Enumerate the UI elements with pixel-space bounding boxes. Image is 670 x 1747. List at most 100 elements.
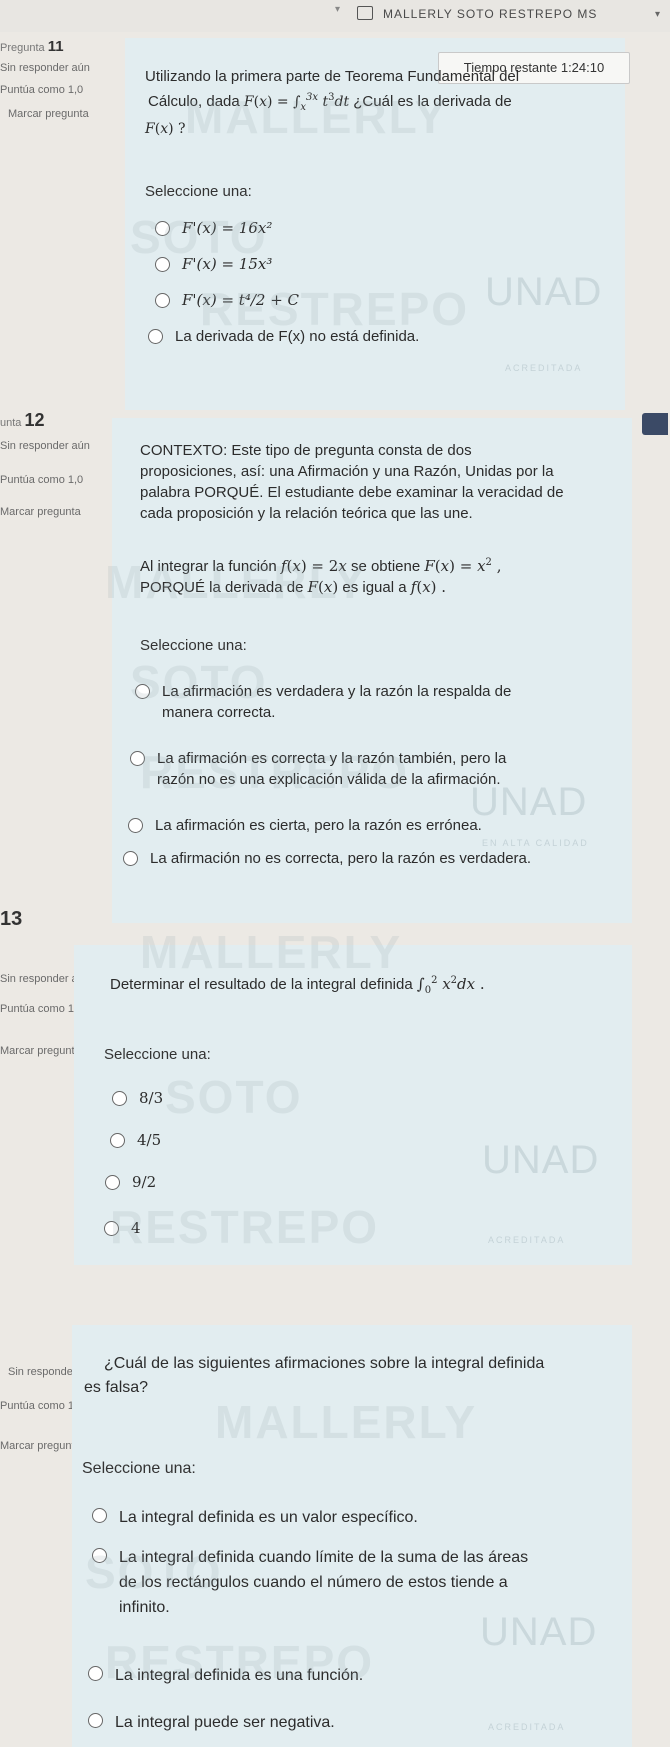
question-text-line: Cálculo, dada xyxy=(148,93,240,110)
answer-option[interactable]: La afirmación no es correcta, pero la ra… xyxy=(123,848,531,869)
question-text-line: es falsa? xyxy=(84,1379,149,1396)
question-number: 12 xyxy=(24,410,45,430)
question-score: Puntúa como 1,0 xyxy=(0,84,84,96)
question-score: Puntúa como 1,0 xyxy=(0,1003,84,1015)
answer-option-label: La derivada de F(x) no está definida. xyxy=(175,328,420,345)
question-text-line: PORQUÉ la derivada de xyxy=(140,579,304,596)
answer-option-label: La integral definida es una función. xyxy=(115,1667,364,1684)
accreditation-mark: ACREDITADA xyxy=(505,363,583,373)
context-line: cada proposición y la relación teórica q… xyxy=(140,505,473,522)
answer-option[interactable]: 4/5 xyxy=(110,1130,161,1151)
answer-option[interactable]: F'(x) = t⁴/2 + C xyxy=(155,290,299,311)
answer-option-label: 4/5 xyxy=(137,1131,162,1149)
user-menu-caret-icon[interactable]: ▾ xyxy=(655,9,660,20)
context-line: palabra PORQUÉ. El estudiante debe exami… xyxy=(140,484,564,501)
question-score: Puntúa como 1,0 xyxy=(0,474,84,486)
user-menu[interactable]: MALLERLY SOTO RESTREPO MS xyxy=(383,7,597,21)
radio-button[interactable] xyxy=(105,1175,120,1190)
answer-option[interactable]: La afirmación es cierta, pero la razón e… xyxy=(128,815,482,836)
select-one-label: Seleccione una: xyxy=(82,1460,196,1477)
flag-question-link[interactable]: Marcar pregunta xyxy=(0,1045,81,1057)
unad-logo: UNAD xyxy=(482,1138,600,1182)
message-icon[interactable] xyxy=(357,6,373,20)
answer-option[interactable]: La integral definida es un valor específ… xyxy=(92,1505,418,1530)
question-text: Utilizando la primera parte de Teorema F… xyxy=(145,68,520,137)
question-text-line: Al integrar la función xyxy=(140,558,277,575)
radio-button[interactable] xyxy=(130,751,145,766)
question-text-line: ¿Cuál es la derivada de xyxy=(353,93,512,110)
answer-option[interactable]: F'(x) = 15x³ xyxy=(155,254,272,275)
radio-button[interactable] xyxy=(104,1221,119,1236)
question-text: Determinar el resultado de la integral d… xyxy=(110,975,485,996)
unad-logo: UNAD xyxy=(485,270,603,314)
answer-option-label: 9/2 xyxy=(132,1173,157,1191)
question-label: Pregunta 11 xyxy=(0,38,64,55)
answer-option[interactable]: 9/2 xyxy=(105,1172,156,1193)
radio-button[interactable] xyxy=(155,221,170,236)
question-score: Puntúa como 1,0 xyxy=(0,1400,84,1412)
answer-option[interactable]: 8/3 xyxy=(112,1088,163,1109)
answer-option-label: F'(x) = 15x³ xyxy=(182,255,273,273)
question-text-line: Utilizando la primera parte de Teorema F… xyxy=(145,68,520,85)
question-state: Sin responder aún xyxy=(0,440,90,452)
answer-option-label: F'(x) = t⁴/2 + C xyxy=(182,291,300,309)
select-one-label: Seleccione una: xyxy=(145,183,252,200)
radio-button[interactable] xyxy=(148,329,163,344)
question-text-line: es igual a xyxy=(342,579,407,596)
flag-question-link[interactable]: Marcar pregunta xyxy=(0,1440,81,1452)
answer-option-label: La afirmación es verdadera y la razón la… xyxy=(162,683,512,721)
question-text-line: se obtiene xyxy=(350,558,421,575)
radio-button[interactable] xyxy=(112,1091,127,1106)
radio-button[interactable] xyxy=(135,684,150,699)
flag-question-link[interactable]: Marcar pregunta xyxy=(0,506,81,518)
answer-option-label: La afirmación es correcta y la razón tam… xyxy=(157,750,507,788)
answer-option-label: La integral definida es un valor específ… xyxy=(119,1509,418,1526)
radio-button[interactable] xyxy=(88,1713,103,1728)
radio-button[interactable] xyxy=(92,1548,107,1563)
answer-option[interactable]: La integral puede ser negativa. xyxy=(88,1710,335,1735)
radio-button[interactable] xyxy=(128,818,143,833)
answer-option-label: La afirmación no es correcta, pero la ra… xyxy=(150,850,532,867)
question-text: ¿Cuál de las siguientes afirmaciones sob… xyxy=(84,1352,629,1400)
accreditation-mark: ACREDITADA xyxy=(488,1722,566,1732)
flag-icon[interactable] xyxy=(642,413,668,435)
radio-button[interactable] xyxy=(123,851,138,866)
answer-option[interactable]: La derivada de F(x) no está definida. xyxy=(148,326,419,347)
answer-option[interactable]: La afirmación es verdadera y la razón la… xyxy=(135,681,511,723)
answer-option-label: La integral puede ser negativa. xyxy=(115,1714,335,1731)
question-state: Sin responder aún xyxy=(0,62,90,74)
question-text-line: ¿Cuál de las siguientes afirmaciones sob… xyxy=(104,1355,545,1372)
question-number: 13 xyxy=(0,908,23,930)
answer-option-label: 8/3 xyxy=(139,1089,164,1107)
accreditation-mark: EN ALTA CALIDAD xyxy=(482,838,589,848)
answer-option[interactable]: La integral definida cuando límite de la… xyxy=(92,1545,528,1620)
question-text: Al integrar la función f(x) = 2x se obti… xyxy=(140,557,502,596)
answer-option-label: 4 xyxy=(131,1219,141,1237)
flag-question-link[interactable]: Marcar pregunta xyxy=(8,108,89,120)
question-context: CONTEXTO: Este tipo de pregunta consta d… xyxy=(140,440,630,524)
answer-option-label: La afirmación es cierta, pero la razón e… xyxy=(155,817,482,834)
radio-button[interactable] xyxy=(92,1508,107,1523)
question-label: unta 12 xyxy=(0,410,45,430)
radio-button[interactable] xyxy=(110,1133,125,1148)
select-one-label: Seleccione una: xyxy=(104,1046,211,1063)
unad-logo: UNAD xyxy=(470,780,588,824)
context-line: CONTEXTO: Este tipo de pregunta consta d… xyxy=(140,442,472,459)
unad-logo: UNAD xyxy=(480,1610,598,1654)
question-number: 11 xyxy=(47,38,64,55)
radio-button[interactable] xyxy=(88,1666,103,1681)
top-bar: ▾ MALLERLY SOTO RESTREPO MS ▾ xyxy=(0,0,670,32)
answer-option[interactable]: F'(x) = 16x² xyxy=(155,218,272,239)
answer-option[interactable]: La integral definida es una función. xyxy=(88,1663,363,1688)
context-line: proposiciones, así: una Afirmación y una… xyxy=(140,463,554,480)
answer-option[interactable]: La afirmación es correcta y la razón tam… xyxy=(130,748,506,790)
radio-button[interactable] xyxy=(155,293,170,308)
answer-option[interactable]: 4 xyxy=(104,1218,141,1239)
chevron-down-icon[interactable]: ▾ xyxy=(335,4,340,15)
answer-option-label: F'(x) = 16x² xyxy=(182,219,273,237)
select-one-label: Seleccione una: xyxy=(140,637,247,654)
accreditation-mark: ACREDITADA xyxy=(488,1235,566,1245)
answer-option-label: La integral definida cuando límite de la… xyxy=(119,1549,529,1616)
question-text-line: Determinar el resultado de la integral d… xyxy=(110,976,413,993)
radio-button[interactable] xyxy=(155,257,170,272)
